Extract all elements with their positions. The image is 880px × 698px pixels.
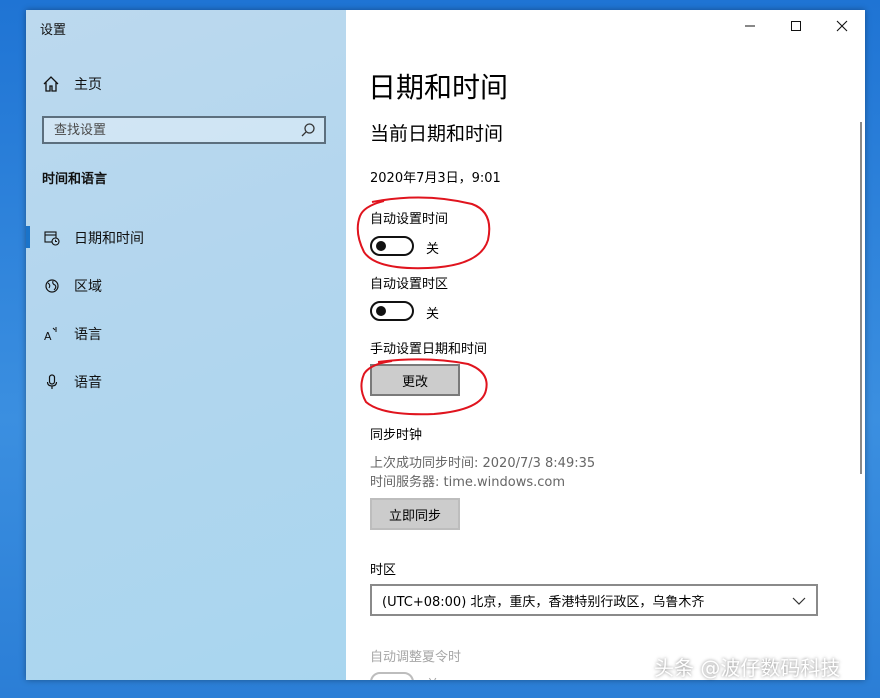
close-button[interactable]	[819, 10, 865, 42]
section-subtitle: 当前日期和时间	[370, 123, 504, 145]
sidebar: 设置 主页 时间和语言 日期和时间	[26, 10, 346, 680]
dst-toggle[interactable]	[370, 672, 414, 680]
maximize-icon	[790, 17, 802, 36]
timezone-dropdown[interactable]: (UTC+08:00) 北京，重庆，香港特别行政区，乌鲁木齐	[370, 584, 818, 616]
watermark: 头条 @波仔数码科技	[654, 656, 841, 680]
calendar-clock-icon	[44, 230, 60, 246]
page-title: 日期和时间	[368, 71, 509, 104]
sync-now-button[interactable]: 立即同步	[370, 498, 460, 530]
auto-time-toggle[interactable]	[370, 236, 414, 256]
toggle-knob	[376, 306, 386, 316]
dst-label: 自动调整夏令时	[370, 650, 462, 665]
search-icon[interactable]	[300, 122, 316, 138]
nav-home-label: 主页	[74, 77, 102, 93]
microphone-icon	[44, 374, 60, 390]
sidebar-item-region[interactable]: 区域	[26, 262, 346, 310]
auto-timezone-state: 关	[426, 307, 440, 322]
app-title: 设置	[40, 23, 67, 38]
close-icon	[836, 17, 848, 36]
sidebar-item-language[interactable]: A 语言	[26, 310, 346, 358]
scrollbar[interactable]	[860, 122, 862, 474]
content-pane: 日期和时间 当前日期和时间 2020年7月3日，9:01 自动设置时间 关 自动…	[346, 10, 865, 680]
last-sync-text: 上次成功同步时间: 2020/7/3 8:49:35	[370, 456, 596, 471]
timezone-selected: (UTC+08:00) 北京，重庆，香港特别行政区，乌鲁木齐	[382, 594, 705, 610]
auto-timezone-label: 自动设置时区	[370, 277, 449, 292]
sidebar-item-speech[interactable]: 语音	[26, 358, 346, 406]
timezone-label: 时区	[370, 563, 397, 578]
section-title: 时间和语言	[42, 172, 108, 187]
maximize-button[interactable]	[773, 10, 819, 42]
search-input[interactable]	[44, 121, 296, 139]
home-icon	[42, 75, 60, 93]
svg-text:A: A	[44, 330, 52, 342]
chevron-down-icon	[792, 594, 806, 608]
manual-set-label: 手动设置日期和时间	[370, 342, 488, 357]
sidebar-item-label: 语言	[74, 327, 102, 343]
desktop-background: 设置 主页 时间和语言 日期和时间	[0, 0, 880, 698]
sidebar-item-date-time[interactable]: 日期和时间	[26, 214, 346, 262]
nav-home[interactable]: 主页	[42, 74, 102, 94]
sync-title: 同步时钟	[370, 428, 423, 443]
sidebar-item-label: 日期和时间	[74, 231, 144, 247]
language-icon: A	[44, 326, 60, 342]
globe-icon	[44, 278, 60, 294]
auto-time-label: 自动设置时间	[370, 212, 449, 227]
minimize-icon	[744, 17, 756, 36]
auto-timezone-toggle[interactable]	[370, 301, 414, 321]
auto-time-state: 关	[426, 242, 440, 257]
settings-window: 设置 主页 时间和语言 日期和时间	[26, 10, 865, 680]
time-server-text: 时间服务器: time.windows.com	[370, 475, 566, 490]
sidebar-item-label: 区域	[74, 279, 102, 295]
toggle-knob	[376, 241, 386, 251]
search-box[interactable]	[42, 116, 326, 144]
change-button[interactable]: 更改	[370, 364, 460, 396]
sidebar-item-label: 语音	[74, 375, 102, 391]
dst-state: 关	[426, 674, 439, 680]
minimize-button[interactable]	[727, 10, 773, 42]
nav-list: 日期和时间 区域 A 语言 语音	[26, 214, 346, 406]
titlebar-buttons	[727, 10, 865, 42]
current-datetime: 2020年7月3日，9:01	[370, 171, 501, 186]
